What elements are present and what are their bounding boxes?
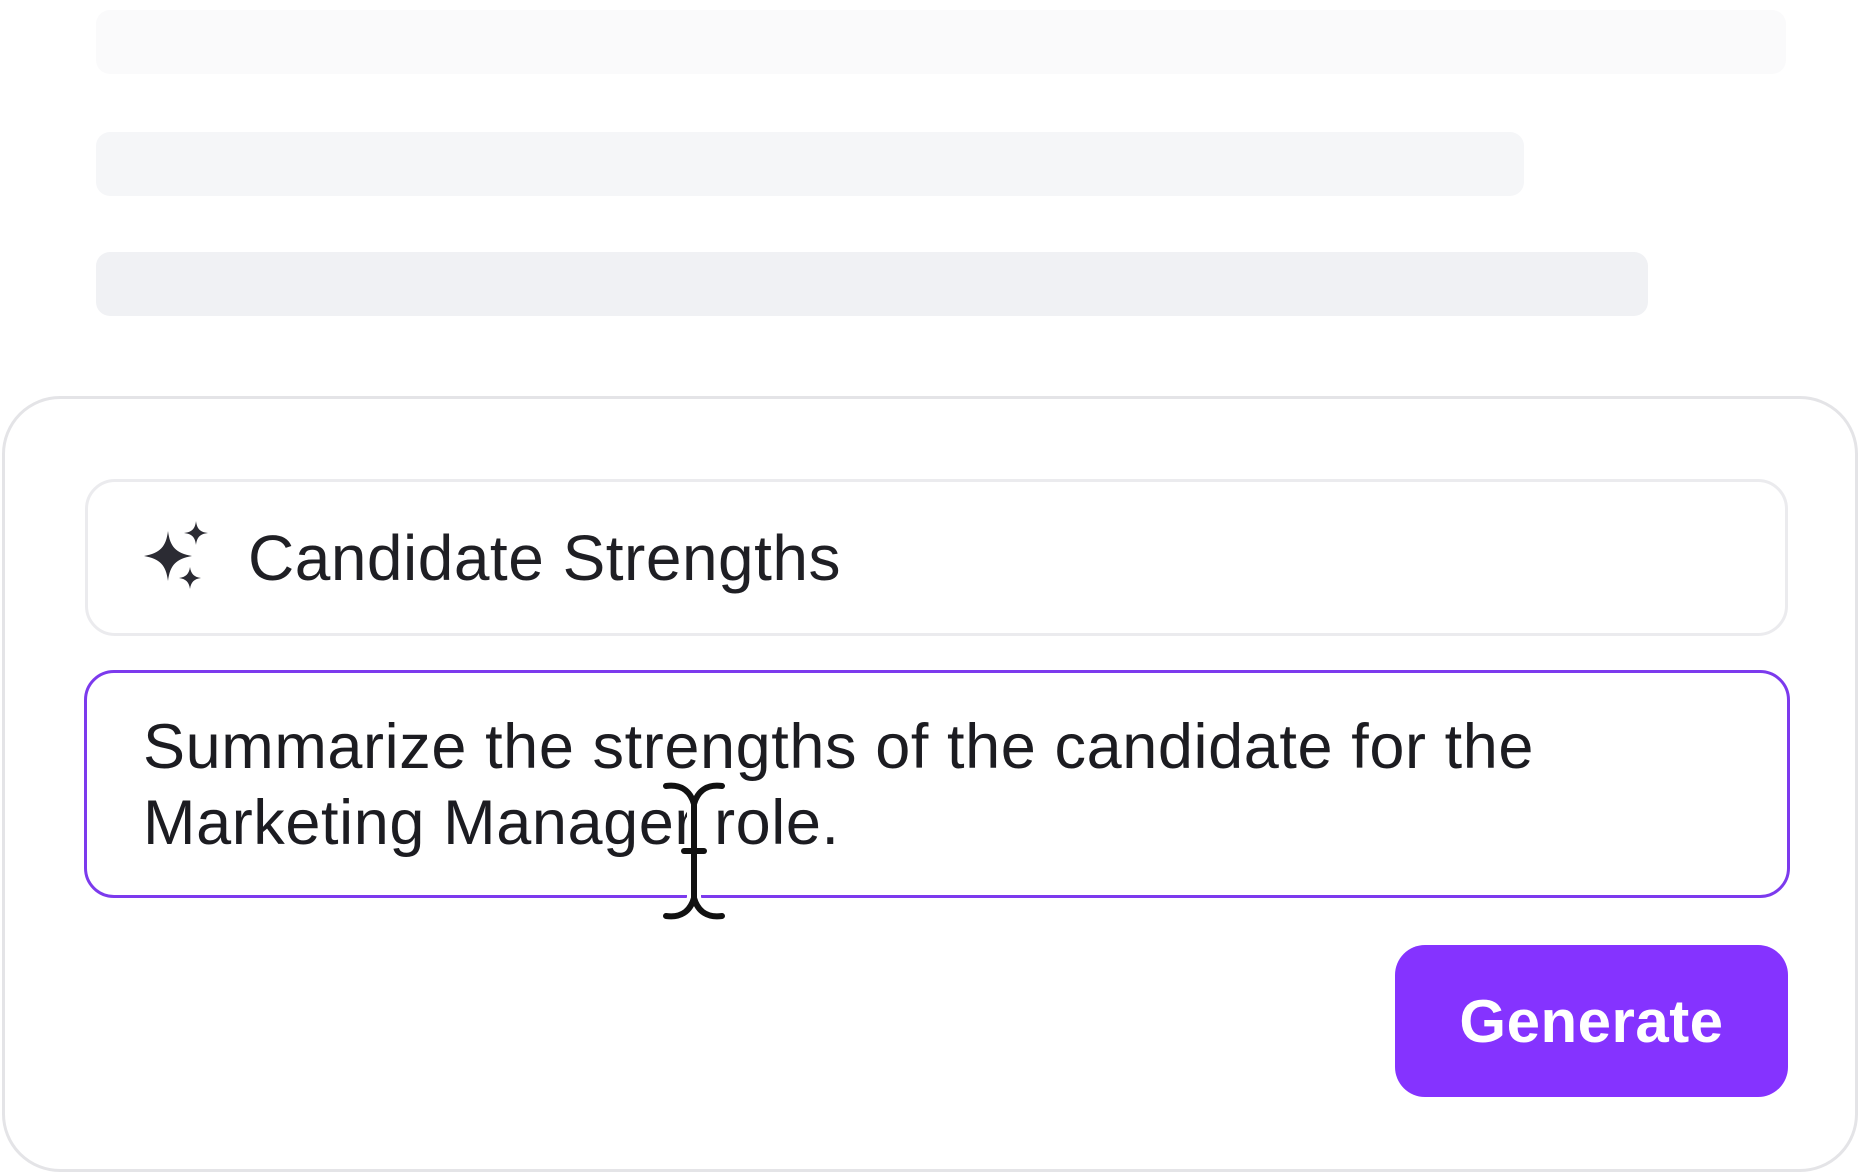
- prompt-text: Summarize the strengths of the candidate…: [143, 712, 1535, 858]
- placeholder-bar: [96, 10, 1786, 74]
- page: Candidate Strengths Summarize the streng…: [0, 0, 1864, 1176]
- generate-button[interactable]: Generate: [1395, 945, 1788, 1097]
- prompt-textarea[interactable]: Summarize the strengths of the candidate…: [84, 670, 1790, 898]
- sparkle-icon: [144, 520, 208, 589]
- field-title-input[interactable]: Candidate Strengths: [85, 479, 1788, 636]
- placeholder-bar: [96, 252, 1648, 316]
- ai-prompt-card: Candidate Strengths Summarize the streng…: [2, 396, 1858, 1172]
- placeholder-bar: [96, 132, 1524, 196]
- field-title-text: Candidate Strengths: [248, 521, 841, 594]
